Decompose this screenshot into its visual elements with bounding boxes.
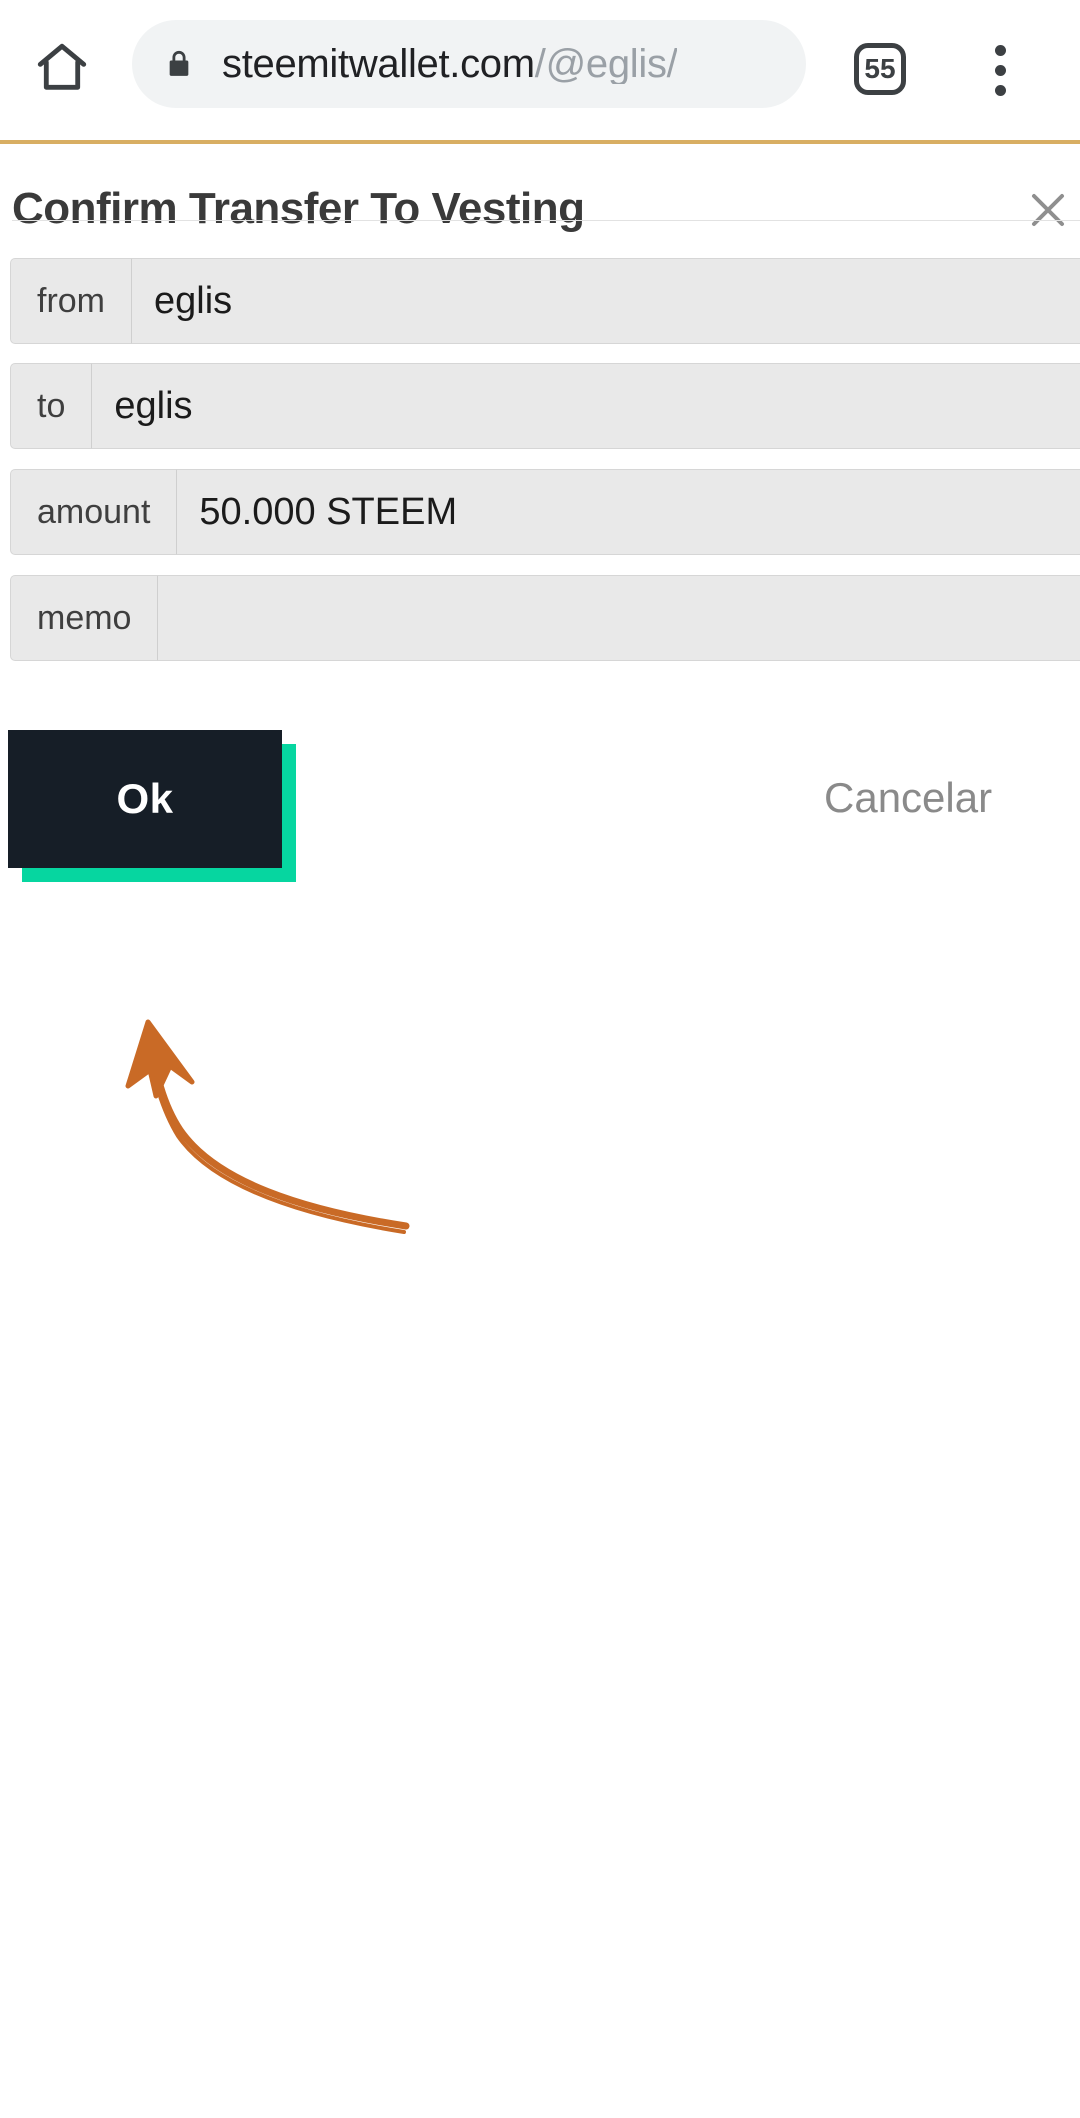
overflow-menu-icon[interactable] — [965, 34, 1035, 106]
url-path: /@eglis/ — [534, 44, 678, 84]
lock-icon — [162, 47, 196, 81]
tab-count-icon: 55 — [854, 43, 906, 95]
field-label: from — [10, 258, 132, 344]
close-icon — [1024, 186, 1072, 239]
menu-dot — [994, 64, 1006, 76]
field-label: amount — [10, 469, 178, 555]
home-button[interactable] — [26, 34, 98, 106]
tab-switcher-button[interactable]: 55 — [845, 34, 915, 104]
field-value: eglis — [92, 363, 1080, 449]
field-value — [158, 575, 1080, 661]
menu-dot — [994, 44, 1006, 56]
menu-dot — [994, 84, 1006, 96]
ok-button-wrapper: Ok — [8, 730, 296, 882]
url-text: steemitwallet.com/@eglis/ — [222, 44, 677, 84]
ok-button-label: Ok — [116, 775, 174, 822]
tab-count-label: 55 — [864, 53, 896, 84]
table-row: from eglis — [10, 258, 1080, 344]
page-title: Confirm Transfer To Vesting — [12, 184, 585, 233]
close-button[interactable] — [1020, 184, 1076, 240]
cancel-button[interactable]: Cancelar — [824, 774, 992, 822]
title-divider — [12, 220, 1080, 221]
url-domain: steemitwallet.com — [222, 44, 535, 84]
field-value: 50.000 STEEM — [177, 469, 1080, 555]
table-row: memo — [10, 575, 1080, 661]
home-icon — [33, 39, 91, 102]
ok-button[interactable]: Ok — [8, 730, 282, 868]
table-row: to eglis — [10, 363, 1080, 449]
field-label: to — [10, 363, 93, 449]
field-value: eglis — [132, 258, 1080, 344]
field-label: memo — [10, 575, 159, 661]
table-row: amount 50.000 STEEM — [10, 469, 1080, 555]
browser-toolbar: steemitwallet.com/@eglis/ 55 — [0, 0, 1080, 140]
url-bar[interactable]: steemitwallet.com/@eglis/ — [132, 20, 806, 108]
dialog-actions: Ok Cancelar — [0, 730, 1080, 890]
confirm-transfer-dialog: Confirm Transfer To Vesting from eglis t… — [0, 144, 1080, 2118]
